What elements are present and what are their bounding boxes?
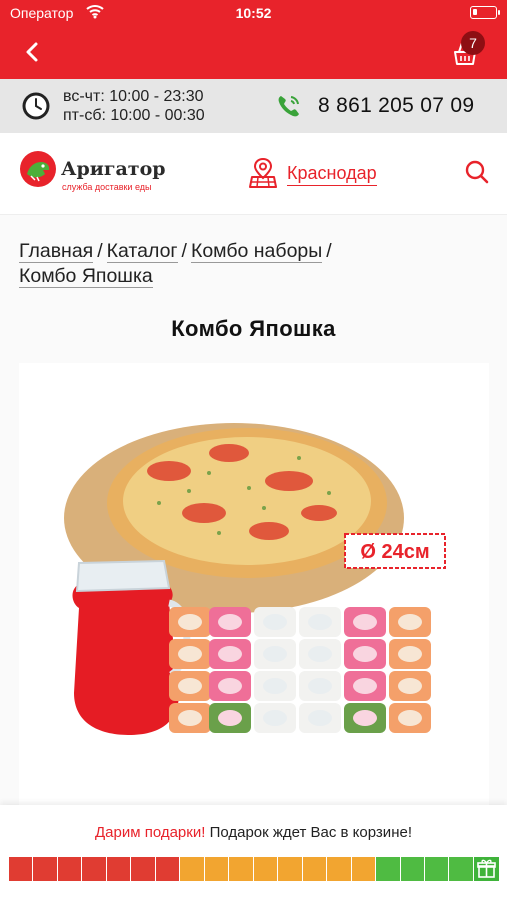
sushi-roll-filling [218, 646, 242, 662]
breadcrumb: Главная / Каталог / Комбо наборы / Комбо Япош… [19, 239, 489, 289]
sushi-roll-filling [353, 678, 377, 694]
progress-segment [278, 857, 302, 881]
page-title: Комбо Япошка [171, 316, 336, 341]
logo-icon[interactable] [19, 150, 57, 188]
progress-segment [351, 857, 376, 881]
breadcrumb-current[interactable]: Комбо Япошка [19, 265, 153, 288]
sushi-roll-filling [178, 614, 202, 630]
progress-segment [82, 857, 106, 881]
sushi-roll-filling [218, 710, 242, 726]
progress-segment [253, 857, 278, 881]
product-image: Ø 24см [19, 363, 489, 805]
progress-segment [180, 857, 204, 881]
breadcrumb-separator: / [97, 240, 103, 262]
product-illustration: Ø 24см [64, 423, 446, 735]
top-bar: Оператор 10:52 [0, 0, 507, 79]
progress-segment [131, 857, 155, 881]
phone-number[interactable]: 8 861 205 07 09 [318, 94, 474, 118]
progress-segment [9, 857, 33, 881]
breadcrumb-home[interactable]: Главная [19, 240, 94, 263]
sushi-roll-filling [308, 646, 332, 662]
progress-segment [449, 857, 473, 881]
progress-segment [229, 857, 253, 881]
sushi-roll-filling [263, 678, 287, 694]
sushi-roll-filling [308, 614, 332, 630]
promo-text: Подарок ждет Вас в корзине! [209, 824, 412, 841]
sushi-roll-filling [263, 646, 287, 662]
progress-segment [57, 857, 82, 881]
sushi-roll-filling [308, 710, 332, 726]
sushi-roll-filling [218, 614, 242, 630]
breadcrumb-separator: / [181, 240, 187, 262]
breadcrumb-separator: / [326, 240, 332, 262]
back-icon[interactable] [18, 38, 46, 66]
juice-jug [72, 581, 179, 735]
breadcrumb-catalog[interactable]: Каталог [106, 240, 178, 263]
sushi-roll-filling [178, 710, 202, 726]
progress-segment [400, 857, 424, 881]
city-selector[interactable]: Краснодар [287, 163, 377, 186]
info-bar: вс-чт: 10:00 - 23:30 пт-сб: 10:00 - 00:3… [0, 79, 507, 133]
gift-progress-bar [9, 857, 499, 881]
sushi-roll-filling [398, 710, 422, 726]
sushi-roll-filling [353, 614, 377, 630]
status-time: 10:52 [235, 5, 272, 21]
phone-icon[interactable] [274, 91, 304, 121]
sushi-roll-filling [398, 614, 422, 630]
sushi-roll-filling [178, 646, 202, 662]
sushi-rolls [169, 607, 431, 733]
sushi-roll-filling [263, 614, 287, 630]
progress-segment [376, 857, 400, 881]
sushi-roll-filling [353, 710, 377, 726]
working-hours: вс-чт: 10:00 - 23:30 пт-сб: 10:00 - 00:3… [63, 87, 205, 125]
sushi-roll-filling [398, 646, 422, 662]
jug-lid [75, 559, 171, 593]
sushi-roll-filling [398, 678, 422, 694]
battery-icon [470, 6, 500, 19]
size-badge: Ø 24см [360, 541, 429, 563]
clock-icon [22, 92, 50, 120]
progress-segment [155, 857, 180, 881]
sushi-roll-filling [353, 646, 377, 662]
progress-segment [327, 857, 351, 881]
progress-segment [33, 857, 57, 881]
sushi-roll-filling [218, 678, 242, 694]
sushi-roll-filling [308, 678, 332, 694]
promo-highlight: Дарим подарки! [95, 824, 206, 841]
promo-message: Дарим подарки! Подарок ждет Вас в корзин… [0, 824, 507, 841]
map-pin-icon [249, 157, 277, 188]
logo-subtitle: служба доставки еды [62, 182, 152, 192]
hours-weekend: пт-сб: 10:00 - 00:30 [63, 107, 205, 124]
cart-count-badge: 7 [461, 31, 485, 55]
sushi-roll-filling [178, 678, 202, 694]
status-bar: Оператор 10:52 [0, 0, 507, 26]
site-header: Аригатор служба доставки еды Краснодар [0, 133, 507, 215]
hours-weekdays: вс-чт: 10:00 - 23:30 [63, 88, 204, 105]
breadcrumb-category[interactable]: Комбо наборы [190, 240, 323, 263]
gift-icon [474, 857, 499, 881]
sushi-roll-filling [263, 710, 287, 726]
progress-segment [424, 857, 449, 881]
search-icon[interactable] [464, 159, 490, 185]
gift-promo-panel[interactable]: Дарим подарки! Подарок ждет Вас в корзин… [0, 805, 507, 900]
logo-title: Аригатор [61, 158, 166, 180]
progress-segment [204, 857, 229, 881]
progress-segment [302, 857, 327, 881]
progress-segment [106, 857, 131, 881]
